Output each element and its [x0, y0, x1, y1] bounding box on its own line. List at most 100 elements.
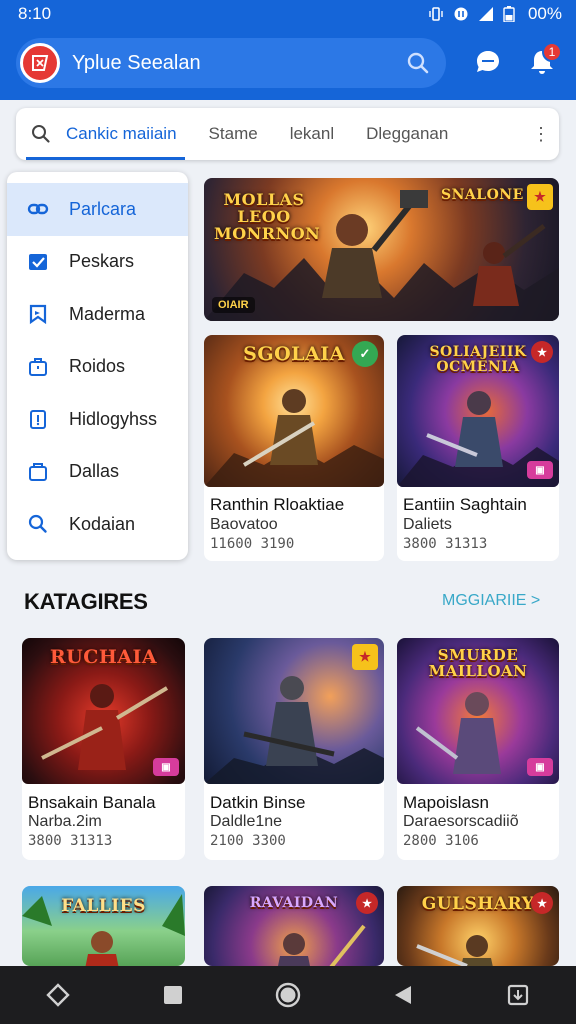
badge-icon: ✓	[352, 341, 378, 367]
game-card-art: ★	[204, 638, 384, 784]
game-card[interactable]: SGOLAIA ✓ Ranthin Rloaktiae Baovatoo 116…	[204, 335, 384, 561]
signal-icon	[478, 6, 494, 22]
link-icon	[27, 198, 49, 220]
system-navigation-bar	[0, 966, 576, 1024]
game-card[interactable]: RUCHAIA ▣ Bnsakain Banala Narba.2im 3800…	[22, 638, 185, 860]
sidebar-menu: Parlcara Peskars Maderma Roidos Hidlogyh…	[7, 172, 188, 560]
tag-icon: ▣	[153, 758, 179, 776]
game-card-art: SMURDE MAILLOAN ▣	[397, 638, 559, 784]
badge-icon: ★	[527, 184, 553, 210]
tab-lekanl[interactable]: lekanl	[274, 108, 350, 160]
featured-banner-side-title: SNALONE	[441, 187, 524, 203]
briefcase-icon	[27, 356, 49, 378]
game-card[interactable]: ★ Datkin Binse Daldle1ne 2100 3300	[204, 638, 384, 860]
sidebar-item-parlcara[interactable]: Parlcara	[7, 183, 188, 236]
game-card-art: SGOLAIA ✓	[204, 335, 384, 487]
game-card-art-title: SOLIAJEIIK OCMENIA	[429, 344, 527, 375]
game-card-art: RAVAIDAN ★	[204, 886, 384, 966]
game-card[interactable]: SMURDE MAILLOAN ▣ Mapoislasn Daraesorsca…	[397, 638, 559, 860]
vibrate-icon	[428, 6, 444, 22]
sidebar-item-label: Parlcara	[69, 198, 137, 219]
sidebar-item-label: Roidos	[69, 356, 126, 377]
game-card-art: RUCHAIA ▣	[22, 638, 185, 784]
battery-percent: 00%	[527, 4, 562, 23]
check-box-icon	[27, 251, 49, 273]
see-all-link[interactable]: MGGIARIIE >	[442, 592, 540, 610]
bookmark-flag-icon	[27, 303, 49, 325]
app-logo-icon	[20, 43, 60, 83]
recents-square-icon[interactable]	[147, 969, 199, 1021]
game-card-subtitle: Baovatoo	[210, 516, 278, 533]
tab-cankic-maiiain[interactable]: Cankic maiiain	[26, 108, 193, 160]
game-card-title: Datkin Binse	[210, 793, 306, 812]
game-card-art-title: RAVAIDAN	[249, 895, 339, 911]
rotate-icon[interactable]	[32, 969, 84, 1021]
tab-search-icon[interactable]	[16, 108, 66, 160]
app-title: Yplue Seealan	[72, 51, 201, 74]
sidebar-item-label: Dallas	[69, 461, 120, 482]
badge-icon: ★	[356, 892, 378, 914]
notification-badge: 1	[542, 42, 562, 62]
sidebar-item-label: Maderma	[69, 303, 146, 324]
home-circle-icon[interactable]	[262, 969, 314, 1021]
game-card-meta: 2800 3106	[403, 833, 479, 849]
sidebar-item-dallas[interactable]: Dallas	[7, 446, 188, 499]
sidebar-item-hidlogyhss[interactable]: Hidlogyhss	[7, 393, 188, 446]
tab-dlegganan[interactable]: Dlegganan	[350, 108, 464, 160]
game-card-art: GULSHARY ★	[397, 886, 559, 966]
status-bar: 8:10 00%	[0, 0, 576, 28]
sidebar-item-peskars[interactable]: Peskars	[7, 236, 188, 289]
search-icon	[27, 513, 49, 535]
game-card-subtitle: Daliets	[403, 516, 452, 533]
game-card-art: SOLIAJEIIK OCMENIA ★ ▣	[397, 335, 559, 487]
game-card-subtitle: Daraesorscadiiõ	[403, 813, 519, 830]
tag-icon: ▣	[527, 758, 553, 776]
game-card-meta: 3800 31313	[403, 536, 488, 552]
game-card[interactable]: SOLIAJEIIK OCMENIA ★ ▣ Eantiin Saghtain …	[397, 335, 559, 561]
app-bar: Yplue Seealan 1	[0, 28, 576, 100]
game-card-title: Mapoislasn	[403, 793, 489, 812]
chat-icon[interactable]	[468, 40, 508, 84]
game-card[interactable]: FALLIES	[22, 886, 185, 966]
sidebar-item-roidos[interactable]: Roidos	[7, 341, 188, 394]
section-title: KATAGIRES	[24, 589, 148, 614]
featured-banner-art-title: MOLLAS LEOO MONRNON	[214, 190, 321, 243]
back-triangle-icon[interactable]	[377, 969, 429, 1021]
search-icon[interactable]	[398, 43, 438, 83]
game-card[interactable]: GULSHARY ★	[397, 886, 559, 966]
game-card-art-title: GULSHARY	[421, 894, 535, 914]
sidebar-item-label: Hidlogyhss	[69, 408, 158, 429]
badge-icon: ★	[352, 644, 378, 670]
sidebar-item-kodaian[interactable]: Kodaian	[7, 498, 188, 551]
screenshot-icon[interactable]	[492, 969, 544, 1021]
search-bar[interactable]: Yplue Seealan	[16, 38, 446, 88]
sidebar-item-label: Peskars	[69, 251, 135, 272]
status-time: 8:10	[18, 4, 52, 23]
sidebar-item-label: Kodaian	[69, 513, 136, 534]
battery-icon	[503, 6, 519, 23]
game-card-title: Eantiin Saghtain	[403, 495, 527, 514]
folder-icon	[27, 461, 49, 483]
status-icons: 00%	[428, 4, 562, 24]
game-card-subtitle: Daldle1ne	[210, 813, 283, 830]
more-vert-icon[interactable]: ⋮	[523, 124, 559, 145]
game-card-subtitle: Narba.2im	[28, 813, 102, 830]
tag-icon: ▣	[527, 461, 553, 479]
game-card-art: FALLIES	[22, 886, 185, 966]
document-icon	[27, 408, 49, 430]
game-card-art-title: RUCHAIA	[49, 646, 158, 668]
category-tab-bar: Cankic maiiain Stame lekanl Dlegganan ⋮	[16, 108, 559, 160]
data-saver-icon	[453, 6, 469, 22]
sidebar-item-maderma[interactable]: Maderma	[7, 288, 188, 341]
notification-bell-icon[interactable]: 1	[520, 40, 564, 84]
badge-icon: ★	[531, 341, 553, 363]
game-card-title: Ranthin Rloaktiae	[210, 495, 345, 514]
badge-icon: ★	[531, 892, 553, 914]
game-card-meta: 2100 3300	[210, 833, 286, 849]
game-card-art-title: FALLIES	[61, 896, 146, 916]
tab-stame[interactable]: Stame	[193, 108, 274, 160]
game-card[interactable]: RAVAIDAN ★	[204, 886, 384, 966]
featured-banner-art: MOLLAS LEOO MONRNON SNALONE OIAIR ★	[204, 178, 559, 321]
featured-banner-tag: OIAIR	[212, 297, 255, 313]
featured-banner[interactable]: MOLLAS LEOO MONRNON SNALONE OIAIR ★	[204, 178, 559, 321]
